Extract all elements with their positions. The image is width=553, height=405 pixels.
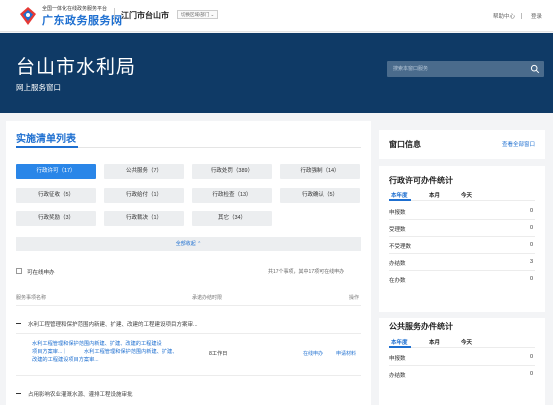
stat-label: 受理数 <box>389 227 406 233</box>
sub-item-link-line: 改建的工程建设项目方案审... <box>32 357 99 363</box>
apply-online-link[interactable]: 在线申办 <box>303 350 323 357</box>
sub-item-link-continued[interactable]: 改建的工程建设项目方案审... <box>32 356 99 364</box>
tab-this-year[interactable]: 本年度 <box>391 338 408 346</box>
window-info-card: 窗口信息 查看全部窗口 <box>379 130 545 159</box>
sub-item-link-secondary[interactable]: 水利工程管理和保护范围内新建、扩建、 <box>84 348 177 356</box>
section-title: 实施清单列表 <box>16 134 76 145</box>
page-title: 台山市水利局 <box>16 57 137 78</box>
header-separator <box>521 13 522 19</box>
search-placeholder: 搜索本窗口服务 <box>393 66 429 72</box>
sub-item-link-line: 水利工程管理和保护范围内新建、扩建、改建的工程建设 <box>32 341 162 347</box>
stat-value: 3 <box>529 259 533 265</box>
collapse-all-button[interactable]: 全部收起 ⌃ <box>16 237 361 251</box>
category-tab[interactable]: 公共服务（7） <box>104 164 184 179</box>
table-row-title[interactable]: 水利工程管理和保护范围内新建、扩建、改建的工程建设项目方案审... <box>28 320 198 328</box>
page-subtitle: 网上服务窗口 <box>16 83 61 92</box>
guangdong-logo-icon[interactable] <box>16 4 40 28</box>
stat-divider <box>389 236 535 237</box>
active-tab-indicator <box>389 346 411 348</box>
stat-value: 0 <box>529 208 533 214</box>
column-header-name: 服务事项名称 <box>16 295 47 301</box>
public-stats-card: 公共服务办件统计 本年度 本月 今天 申报数 0 办结数 0 <box>379 318 545 405</box>
tab-today[interactable]: 今天 <box>461 191 472 199</box>
search-input[interactable]: 搜索本窗口服务 <box>387 61 544 77</box>
collapse-row-icon[interactable] <box>16 393 21 395</box>
table-divider <box>16 305 361 306</box>
category-tab[interactable]: 行政给付（1） <box>104 188 184 203</box>
column-header-action: 操作 <box>349 295 360 301</box>
item-count-text: 共17个事项，其中17项可在线申办 <box>268 269 345 275</box>
search-icon[interactable] <box>530 64 540 74</box>
permit-stats-card: 行政许可办件统计 本年度 本月 今天 申报数 0 受理数 0 不受理数 0 办结… <box>379 166 545 312</box>
permit-stats-title: 行政许可办件统计 <box>389 176 453 185</box>
stat-value: 0 <box>529 354 533 360</box>
category-tab[interactable]: 行政裁决（1） <box>104 211 184 226</box>
category-tab[interactable]: 其它（34） <box>192 211 272 226</box>
stat-divider <box>389 253 535 254</box>
implementation-list-panel: 实施清单列表 行政许可（17） 公共服务（7） 行政处罚（389） 行政强制（1… <box>6 121 371 405</box>
login-link[interactable]: 登录 <box>531 12 542 20</box>
category-tab[interactable]: 行政处罚（389） <box>192 164 272 179</box>
category-tab[interactable]: 行政奖励（3） <box>16 211 96 226</box>
online-only-label: 可在线申办 <box>27 270 55 276</box>
stat-label: 不受理数 <box>389 244 412 250</box>
stat-label: 申报数 <box>389 356 406 362</box>
tab-today[interactable]: 今天 <box>461 338 472 346</box>
stat-label: 办结数 <box>389 261 406 267</box>
promised-time: 8工作日 <box>209 351 228 357</box>
tab-this-month[interactable]: 本月 <box>429 191 440 199</box>
help-center-link[interactable]: 帮助中心 <box>493 12 515 20</box>
table-divider <box>16 375 361 376</box>
online-only-checkbox[interactable] <box>16 268 22 274</box>
tab-this-year[interactable]: 本年度 <box>391 191 408 199</box>
stat-value: 0 <box>529 276 533 282</box>
top-header: 全国一体化在线政务服务平台 广东政务服务网 江门市台山市 切换区域/部门 ⌄ 帮… <box>0 0 553 32</box>
sub-item-link-line: 水利工程管理和保护范围内新建、扩建、 <box>84 349 178 355</box>
table-row-title[interactable]: 占用影响农业灌溉水源、灌排工程设施审批 <box>28 390 133 398</box>
stat-divider <box>389 270 535 271</box>
section-title-underline <box>16 146 78 148</box>
stat-label: 办结数 <box>389 373 406 379</box>
stat-value: 0 <box>529 225 533 231</box>
window-info-title: 窗口信息 <box>389 140 421 149</box>
category-tab[interactable]: 行政确认（5） <box>280 188 360 203</box>
category-tab[interactable]: 行政强制（14） <box>280 164 360 179</box>
stat-divider <box>389 365 535 366</box>
stat-value: 0 <box>529 242 533 248</box>
stat-value: 0 <box>529 371 533 377</box>
brand-divider <box>114 8 115 24</box>
brand-subtitle: 全国一体化在线政务服务平台 <box>42 6 108 12</box>
stat-label: 申报数 <box>389 210 406 216</box>
public-stats-title: 公共服务办件统计 <box>389 322 453 331</box>
tab-this-month[interactable]: 本月 <box>429 338 440 346</box>
category-tab[interactable]: 行政许可（17） <box>16 164 96 179</box>
application-materials-link[interactable]: 申请材料 <box>336 350 356 357</box>
category-tab[interactable]: 行政征收（5） <box>16 188 96 203</box>
category-tab[interactable]: 行政检查（13） <box>192 188 272 203</box>
switch-region-button[interactable]: 切换区域/部门 ⌄ <box>177 10 219 19</box>
active-tab-indicator <box>389 199 411 201</box>
view-all-windows-link[interactable]: 查看全部窗口 <box>502 140 535 148</box>
stat-divider <box>389 219 535 220</box>
table-divider <box>16 333 361 334</box>
city-name: 江门市台山市 <box>121 11 169 20</box>
stat-label: 在办数 <box>389 278 406 284</box>
collapse-row-icon[interactable] <box>16 323 21 325</box>
brand-title[interactable]: 广东政务服务网 <box>42 12 123 28</box>
column-header-time: 承诺办结时限 <box>192 295 223 301</box>
